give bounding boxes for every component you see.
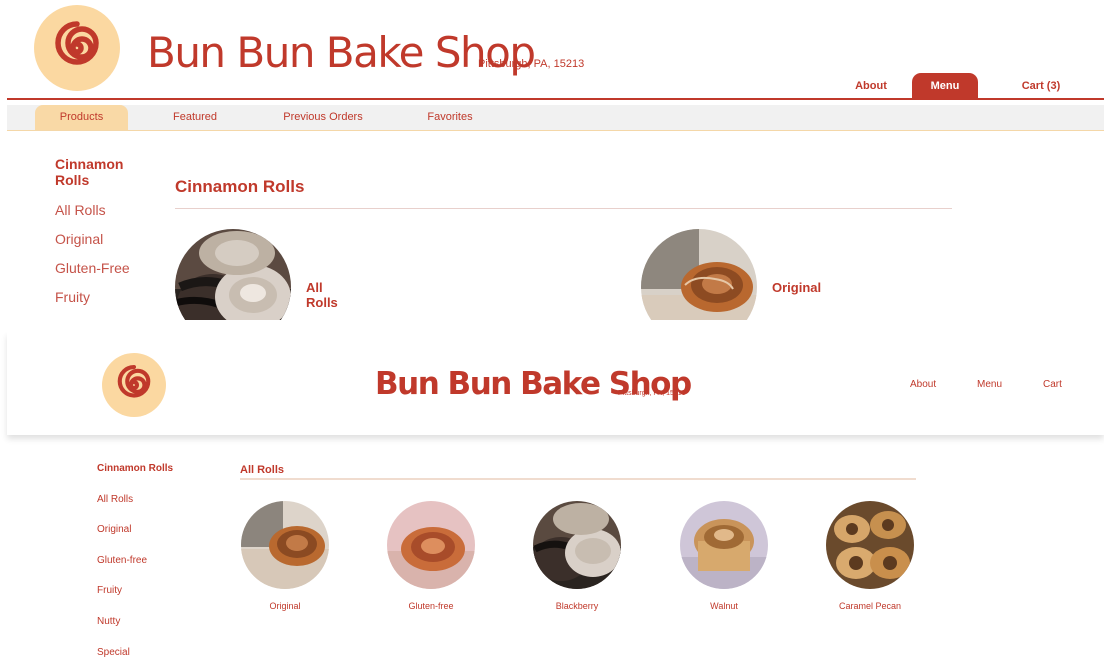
top-nav: About Menu Cart (3) xyxy=(830,73,1104,98)
sidebar-item-original[interactable]: Original xyxy=(97,524,197,555)
product-card-walnut[interactable]: Walnut xyxy=(680,501,768,611)
sidebar-item-fruity[interactable]: Fruity xyxy=(55,289,150,305)
sidebar-item-fruity[interactable]: Fruity xyxy=(97,585,197,616)
product-label[interactable]: Gluten-free xyxy=(387,601,475,611)
tab-products[interactable]: Products xyxy=(35,105,128,130)
section-divider xyxy=(175,208,952,209)
section-title: Cinnamon Rolls xyxy=(175,177,305,196)
product-label[interactable]: All Rolls xyxy=(306,280,338,310)
sidebar-item-nutty[interactable]: Nutty xyxy=(97,616,197,647)
header-divider xyxy=(7,98,1104,100)
sidebar-title[interactable]: Cinnamon Rolls xyxy=(55,156,150,188)
product-card-caramel-pecan[interactable]: Caramel Pecan xyxy=(826,501,914,611)
product-label[interactable]: Caramel Pecan xyxy=(826,601,914,611)
tab-featured[interactable]: Featured xyxy=(165,105,225,130)
product-label[interactable]: Original xyxy=(241,601,329,611)
product-card-original[interactable]: Original xyxy=(241,501,329,611)
sidebar-title[interactable]: Cinnamon Rolls xyxy=(97,463,197,494)
nav-about[interactable]: About xyxy=(910,379,936,390)
walnut-roll-image[interactable] xyxy=(680,501,768,589)
sidebar-item-special[interactable]: Special xyxy=(97,647,197,657)
nav-about[interactable]: About xyxy=(830,73,912,98)
nav-menu[interactable]: Menu xyxy=(912,73,978,98)
sidebar-item-all-rolls[interactable]: All Rolls xyxy=(55,202,150,218)
blackberry-roll-image[interactable] xyxy=(175,229,291,320)
product-label[interactable]: Blackberry xyxy=(533,601,621,611)
original-roll-image[interactable] xyxy=(241,501,329,589)
product-label[interactable]: Walnut xyxy=(680,601,768,611)
gluten-free-roll-image[interactable] xyxy=(387,501,475,589)
header: Bun Bun Bake Shop Pittsburgh, PA, 15213 … xyxy=(7,332,1104,435)
product-card-blackberry[interactable]: Blackberry xyxy=(533,501,621,611)
section-divider xyxy=(240,478,916,480)
subnav-bar: Products Featured Previous Orders Favori… xyxy=(7,105,1104,131)
product-label[interactable]: Original xyxy=(772,280,821,295)
original-roll-image[interactable] xyxy=(641,229,757,320)
logo[interactable] xyxy=(102,353,166,417)
logo[interactable] xyxy=(34,5,120,91)
swirl-logo-icon xyxy=(55,21,99,65)
nav-cart[interactable]: Cart (3) xyxy=(978,73,1104,98)
caramel-pecan-roll-image[interactable] xyxy=(826,501,914,589)
swirl-logo-icon xyxy=(117,364,151,398)
sidebar: Cinnamon Rolls All Rolls Original Gluten… xyxy=(97,463,197,657)
product-card-gluten-free[interactable]: Gluten-free xyxy=(387,501,475,611)
section-title: All Rolls xyxy=(240,464,285,476)
location: Pittsburgh, PA, 15213 xyxy=(618,390,686,397)
tab-previous-orders[interactable]: Previous Orders xyxy=(275,105,371,130)
nav-cart[interactable]: Cart xyxy=(1043,379,1062,390)
sidebar: Cinnamon Rolls All Rolls Original Gluten… xyxy=(55,156,150,318)
location: Pittsburgh, PA, 15213 xyxy=(478,58,585,70)
all-rolls-screen: Bun Bun Bake Shop Pittsburgh, PA, 15213 … xyxy=(0,332,1104,657)
nav-menu[interactable]: Menu xyxy=(977,379,1002,390)
sidebar-item-all-rolls[interactable]: All Rolls xyxy=(97,494,197,525)
sidebar-item-gluten-free[interactable]: Gluten-free xyxy=(97,555,197,586)
desktop-menu-screen: Bun Bun Bake Shop Pittsburgh, PA, 15213 … xyxy=(0,0,1104,320)
tab-favorites[interactable]: Favorites xyxy=(417,105,483,130)
sidebar-item-original[interactable]: Original xyxy=(55,231,150,247)
blackberry-roll-image[interactable] xyxy=(533,501,621,589)
brand-name: Bun Bun Bake Shop xyxy=(147,28,536,77)
sidebar-item-gluten-free[interactable]: Gluten-Free xyxy=(55,260,150,276)
